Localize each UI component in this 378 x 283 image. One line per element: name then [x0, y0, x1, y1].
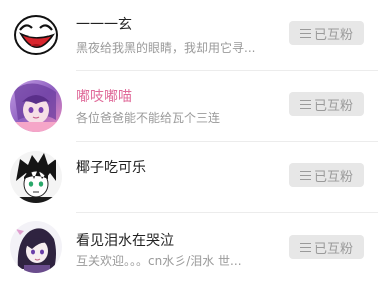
avatar[interactable] — [10, 8, 62, 60]
mutual-follow-button[interactable]: 已互粉 — [289, 235, 364, 259]
follow-button-label: 已互粉 — [313, 169, 353, 185]
list-item[interactable]: 看见泪水在哭泣 互关欢迎。。。cn水彡/泪水 世... 已互粉 — [0, 213, 378, 283]
meme-face-avatar-icon — [10, 8, 62, 60]
mutual-follow-list: 一一一玄 黑夜给我黑的眼睛，我却用它寻... 已互粉 嘟吱嘟喵 各位爸爸能不能给… — [0, 0, 378, 283]
follow-button-label: 已互粉 — [313, 241, 353, 257]
avatar[interactable] — [10, 151, 62, 203]
avatar[interactable] — [10, 80, 62, 132]
anime-girl-pink-avatar-icon — [10, 80, 62, 132]
menu-icon — [299, 242, 311, 252]
user-name[interactable]: 一一一玄 — [76, 14, 132, 34]
user-signature: 黑夜给我黑的眼睛，我却用它寻... — [76, 41, 256, 55]
menu-icon — [299, 170, 311, 180]
follow-button-label: 已互粉 — [313, 27, 353, 43]
list-item[interactable]: 椰子吃可乐 已互粉 — [0, 142, 378, 212]
follow-button-label: 已互粉 — [313, 98, 353, 114]
user-signature: 互关欢迎。。。cn水彡/泪水 世... — [76, 254, 242, 268]
user-signature: 各位爸爸能不能给瓦个三连 — [76, 111, 221, 125]
list-item[interactable]: 嘟吱嘟喵 各位爸爸能不能给瓦个三连 已互粉 — [0, 71, 378, 141]
avatar[interactable] — [10, 221, 62, 273]
mutual-follow-button[interactable]: 已互粉 — [289, 92, 364, 116]
anime-boy-sketch-avatar-icon — [10, 151, 62, 203]
menu-icon — [299, 99, 311, 109]
user-name[interactable]: 嘟吱嘟喵 — [76, 86, 132, 106]
list-item[interactable]: 一一一玄 黑夜给我黑的眼睛，我却用它寻... 已互粉 — [0, 0, 378, 70]
mutual-follow-button[interactable]: 已互粉 — [289, 163, 364, 187]
menu-icon — [299, 28, 311, 38]
mutual-follow-button[interactable]: 已互粉 — [289, 21, 364, 45]
user-name[interactable]: 看见泪水在哭泣 — [76, 230, 174, 250]
user-name[interactable]: 椰子吃可乐 — [76, 157, 146, 177]
anime-girl-purple-avatar-icon — [10, 221, 62, 273]
